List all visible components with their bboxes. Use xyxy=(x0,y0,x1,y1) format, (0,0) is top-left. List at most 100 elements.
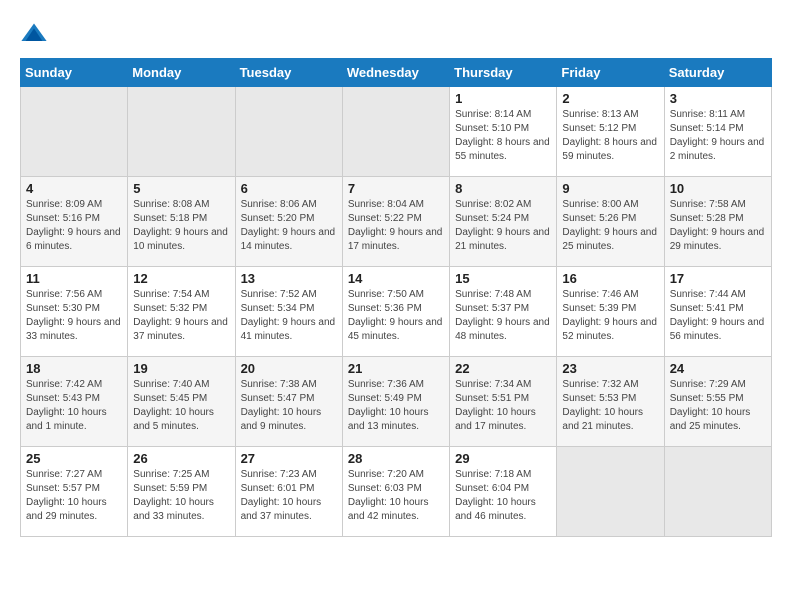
calendar-cell: 14 Sunrise: 7:50 AMSunset: 5:36 PMDayligh… xyxy=(342,267,449,357)
calendar-cell: 3Sunrise: 8:11 AMSunset: 5:14 PMDaylight… xyxy=(664,87,771,177)
day-number: 7 xyxy=(348,181,444,196)
weekday-header-row: SundayMondayTuesdayWednesdayThursdayFrid… xyxy=(21,59,772,87)
day-info: Sunrise: 7:18 AMSunset: 6:04 PMDaylight:… xyxy=(455,468,551,524)
calendar-week-row: 1 Sunrise: 8:14 AMSunset: 5:10 PMDaylight… xyxy=(21,87,772,177)
day-number: 16 xyxy=(562,271,658,286)
weekday-header-saturday: Saturday xyxy=(664,59,771,87)
day-number: 26 xyxy=(133,451,229,466)
calendar-cell xyxy=(342,87,449,177)
calendar-cell: 11 Sunrise: 7:56 AMSunset: 5:30 PMDayligh… xyxy=(21,267,128,357)
day-info: Sunrise: 8:00 AMSunset: 5:26 PMDaylight:… xyxy=(562,198,658,254)
day-number: 11 xyxy=(26,271,122,286)
day-info: Sunrise: 7:48 AMSunset: 5:37 PMDaylight:… xyxy=(455,288,551,344)
day-info: Sunrise: 8:09 AMSunset: 5:16 PMDaylight:… xyxy=(26,198,122,254)
calendar-week-row: 4 Sunrise: 8:09 AMSunset: 5:16 PMDaylight… xyxy=(21,177,772,267)
calendar-table: SundayMondayTuesdayWednesdayThursdayFrid… xyxy=(20,58,772,537)
calendar-cell xyxy=(21,87,128,177)
day-number: 2 xyxy=(562,91,658,106)
weekday-header-sunday: Sunday xyxy=(21,59,128,87)
calendar-cell: 13 Sunrise: 7:52 AMSunset: 5:34 PMDayligh… xyxy=(235,267,342,357)
day-number: 9 xyxy=(562,181,658,196)
day-info: Sunrise: 7:42 AMSunset: 5:43 PMDaylight:… xyxy=(26,378,122,434)
calendar-cell: 17 Sunrise: 7:44 AMSunset: 5:41 PMDayligh… xyxy=(664,267,771,357)
day-number: 14 xyxy=(348,271,444,286)
day-number: 1 xyxy=(455,91,551,106)
page-header xyxy=(20,20,772,48)
calendar-cell: 28Sunrise: 7:20 AMSunset: 6:03 PMDayligh… xyxy=(342,447,449,537)
calendar-cell: 24 Sunrise: 7:29 AMSunset: 5:55 PMDayligh… xyxy=(664,357,771,447)
day-info: Sunrise: 7:40 AMSunset: 5:45 PMDaylight:… xyxy=(133,378,229,434)
calendar-cell: 19 Sunrise: 7:40 AMSunset: 5:45 PMDayligh… xyxy=(128,357,235,447)
day-info: Sunrise: 8:02 AMSunset: 5:24 PMDaylight:… xyxy=(455,198,551,254)
day-number: 18 xyxy=(26,361,122,376)
calendar-cell: 20Sunrise: 7:38 AMSunset: 5:47 PMDayligh… xyxy=(235,357,342,447)
day-info: Sunrise: 7:56 AMSunset: 5:30 PMDaylight:… xyxy=(26,288,122,344)
day-info: Sunrise: 7:52 AMSunset: 5:34 PMDaylight:… xyxy=(241,288,337,344)
logo xyxy=(20,20,52,48)
day-info: Sunrise: 8:06 AMSunset: 5:20 PMDaylight:… xyxy=(241,198,337,254)
day-number: 10 xyxy=(670,181,766,196)
day-info: Sunrise: 7:36 AMSunset: 5:49 PMDaylight:… xyxy=(348,378,444,434)
day-number: 27 xyxy=(241,451,337,466)
calendar-cell xyxy=(664,447,771,537)
calendar-cell: 15 Sunrise: 7:48 AMSunset: 5:37 PMDayligh… xyxy=(450,267,557,357)
day-info: Sunrise: 7:20 AMSunset: 6:03 PMDaylight:… xyxy=(348,468,444,524)
day-info: Sunrise: 7:29 AMSunset: 5:55 PMDaylight:… xyxy=(670,378,766,434)
day-info: Sunrise: 7:54 AMSunset: 5:32 PMDaylight:… xyxy=(133,288,229,344)
day-number: 15 xyxy=(455,271,551,286)
day-number: 8 xyxy=(455,181,551,196)
day-info: Sunrise: 7:44 AMSunset: 5:41 PMDaylight:… xyxy=(670,288,766,344)
calendar-cell: 10 Sunrise: 7:58 AMSunset: 5:28 PMDayligh… xyxy=(664,177,771,267)
day-info: Sunrise: 7:46 AMSunset: 5:39 PMDaylight:… xyxy=(562,288,658,344)
weekday-header-friday: Friday xyxy=(557,59,664,87)
calendar-cell: 6Sunrise: 8:06 AMSunset: 5:20 PMDaylight… xyxy=(235,177,342,267)
day-info: Sunrise: 7:23 AMSunset: 6:01 PMDaylight:… xyxy=(241,468,337,524)
calendar-cell: 9 Sunrise: 8:00 AMSunset: 5:26 PMDaylight… xyxy=(557,177,664,267)
day-number: 12 xyxy=(133,271,229,286)
day-info: Sunrise: 7:32 AMSunset: 5:53 PMDaylight:… xyxy=(562,378,658,434)
day-info: Sunrise: 8:08 AMSunset: 5:18 PMDaylight:… xyxy=(133,198,229,254)
day-info: Sunrise: 7:50 AMSunset: 5:36 PMDaylight:… xyxy=(348,288,444,344)
calendar-cell: 7Sunrise: 8:04 AMSunset: 5:22 PMDaylight… xyxy=(342,177,449,267)
calendar-week-row: 11 Sunrise: 7:56 AMSunset: 5:30 PMDayligh… xyxy=(21,267,772,357)
calendar-cell: 21 Sunrise: 7:36 AMSunset: 5:49 PMDayligh… xyxy=(342,357,449,447)
calendar-cell: 2 Sunrise: 8:13 AMSunset: 5:12 PMDaylight… xyxy=(557,87,664,177)
day-number: 19 xyxy=(133,361,229,376)
day-number: 29 xyxy=(455,451,551,466)
day-number: 25 xyxy=(26,451,122,466)
day-info: Sunrise: 7:27 AMSunset: 5:57 PMDaylight:… xyxy=(26,468,122,524)
calendar-cell: 8 Sunrise: 8:02 AMSunset: 5:24 PMDaylight… xyxy=(450,177,557,267)
day-info: Sunrise: 8:13 AMSunset: 5:12 PMDaylight:… xyxy=(562,108,658,164)
calendar-cell: 4 Sunrise: 8:09 AMSunset: 5:16 PMDaylight… xyxy=(21,177,128,267)
calendar-cell xyxy=(235,87,342,177)
day-number: 13 xyxy=(241,271,337,286)
day-number: 24 xyxy=(670,361,766,376)
day-info: Sunrise: 7:38 AMSunset: 5:47 PMDaylight:… xyxy=(241,378,337,434)
day-number: 4 xyxy=(26,181,122,196)
weekday-header-monday: Monday xyxy=(128,59,235,87)
day-info: Sunrise: 8:14 AMSunset: 5:10 PMDaylight:… xyxy=(455,108,551,164)
calendar-cell: 25 Sunrise: 7:27 AMSunset: 5:57 PMDayligh… xyxy=(21,447,128,537)
calendar-cell: 12 Sunrise: 7:54 AMSunset: 5:32 PMDayligh… xyxy=(128,267,235,357)
weekday-header-tuesday: Tuesday xyxy=(235,59,342,87)
calendar-cell: 26 Sunrise: 7:25 AMSunset: 5:59 PMDayligh… xyxy=(128,447,235,537)
day-number: 22 xyxy=(455,361,551,376)
calendar-cell: 23 Sunrise: 7:32 AMSunset: 5:53 PMDayligh… xyxy=(557,357,664,447)
calendar-cell: 5Sunrise: 8:08 AMSunset: 5:18 PMDaylight… xyxy=(128,177,235,267)
logo-icon xyxy=(20,20,48,48)
day-info: Sunrise: 7:58 AMSunset: 5:28 PMDaylight:… xyxy=(670,198,766,254)
day-info: Sunrise: 7:34 AMSunset: 5:51 PMDaylight:… xyxy=(455,378,551,434)
day-number: 17 xyxy=(670,271,766,286)
calendar-cell: 16 Sunrise: 7:46 AMSunset: 5:39 PMDayligh… xyxy=(557,267,664,357)
calendar-cell: 27 Sunrise: 7:23 AMSunset: 6:01 PMDayligh… xyxy=(235,447,342,537)
day-number: 23 xyxy=(562,361,658,376)
calendar-cell xyxy=(128,87,235,177)
calendar-cell: 22 Sunrise: 7:34 AMSunset: 5:51 PMDayligh… xyxy=(450,357,557,447)
calendar-cell: 18 Sunrise: 7:42 AMSunset: 5:43 PMDayligh… xyxy=(21,357,128,447)
day-number: 3 xyxy=(670,91,766,106)
weekday-header-thursday: Thursday xyxy=(450,59,557,87)
day-number: 21 xyxy=(348,361,444,376)
day-info: Sunrise: 7:25 AMSunset: 5:59 PMDaylight:… xyxy=(133,468,229,524)
calendar-cell: 29 Sunrise: 7:18 AMSunset: 6:04 PMDayligh… xyxy=(450,447,557,537)
weekday-header-wednesday: Wednesday xyxy=(342,59,449,87)
